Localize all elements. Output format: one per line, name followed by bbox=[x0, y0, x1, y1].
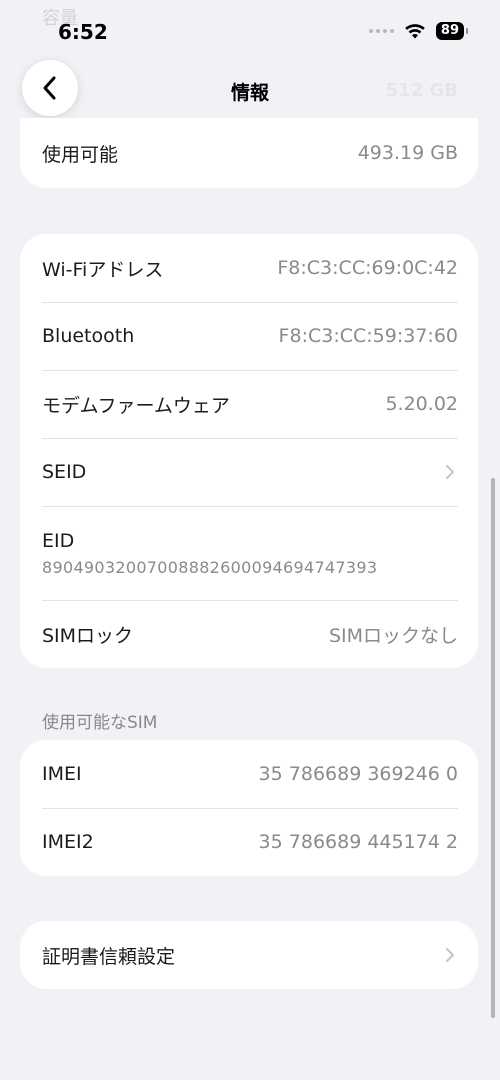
eid-row: EID 89049032007008882600094694747393 bbox=[20, 506, 478, 600]
available-label: 使用可能 bbox=[42, 143, 119, 166]
wifi-address-value: F8:C3:CC:69:0C:42 bbox=[277, 257, 458, 279]
bluetooth-row: Bluetooth F8:C3:CC:59:37:60 bbox=[20, 302, 478, 370]
imei-row: IMEI 35 786689 369246 0 bbox=[20, 740, 478, 808]
cellular-signal-icon bbox=[368, 29, 394, 33]
eid-label: EID bbox=[42, 529, 75, 552]
network-card: Wi-Fiアドレス F8:C3:CC:69:0C:42 Bluetooth F8… bbox=[20, 234, 478, 668]
available-value: 493.19 GB bbox=[357, 142, 458, 164]
page-title: 情報 bbox=[230, 82, 269, 104]
imei2-row: IMEI2 35 786689 445174 2 bbox=[20, 808, 478, 876]
scrollbar[interactable] bbox=[491, 478, 495, 1018]
imei2-value: 35 786689 445174 2 bbox=[258, 831, 458, 853]
wifi-icon bbox=[405, 24, 425, 39]
bluetooth-label: Bluetooth bbox=[42, 325, 135, 347]
modem-firmware-value: 5.20.02 bbox=[385, 393, 458, 415]
bluetooth-value: F8:C3:CC:59:37:60 bbox=[278, 325, 458, 347]
imei-label: IMEI bbox=[42, 763, 82, 785]
seid-row[interactable]: SEID bbox=[20, 438, 478, 506]
certificate-card: 証明書信頼設定 bbox=[20, 921, 478, 989]
sim-lock-value: SIMロックなし bbox=[328, 624, 458, 647]
status-time: 6:52 bbox=[58, 20, 108, 44]
modem-firmware-row: モデムファームウェア 5.20.02 bbox=[20, 370, 478, 438]
modem-firmware-label: モデムファームウェア bbox=[42, 394, 230, 417]
wifi-address-label: Wi-Fiアドレス bbox=[42, 258, 164, 281]
imei-value: 35 786689 369246 0 bbox=[258, 763, 458, 785]
available-sim-card: IMEI 35 786689 369246 0 IMEI2 35 786689 … bbox=[20, 740, 478, 876]
status-bar: 容量 6:52 89 bbox=[0, 0, 500, 62]
certificate-trust-row[interactable]: 証明書信頼設定 bbox=[20, 921, 478, 989]
status-icons: 89 bbox=[368, 22, 469, 40]
chevron-right-icon bbox=[446, 465, 454, 479]
chevron-right-icon bbox=[446, 948, 454, 962]
available-sim-header: 使用可能なSIM bbox=[42, 713, 158, 733]
storage-card: 使用可能 493.19 GB bbox=[20, 118, 478, 188]
available-row: 使用可能 493.19 GB bbox=[20, 118, 478, 188]
about-screen: 容量 6:52 89 512 GB 情報 使用可能 493.19 GB Wi-F… bbox=[0, 0, 500, 1080]
sim-lock-label: SIMロック bbox=[42, 624, 134, 647]
imei2-label: IMEI2 bbox=[42, 831, 94, 853]
sim-lock-row: SIMロック SIMロックなし bbox=[20, 600, 478, 668]
wifi-address-row: Wi-Fiアドレス F8:C3:CC:69:0C:42 bbox=[20, 234, 478, 302]
battery-indicator: 89 bbox=[435, 22, 469, 40]
eid-value: 89049032007008882600094694747393 bbox=[42, 557, 378, 577]
seid-label: SEID bbox=[42, 461, 87, 483]
certificate-trust-label: 証明書信頼設定 bbox=[42, 945, 176, 968]
